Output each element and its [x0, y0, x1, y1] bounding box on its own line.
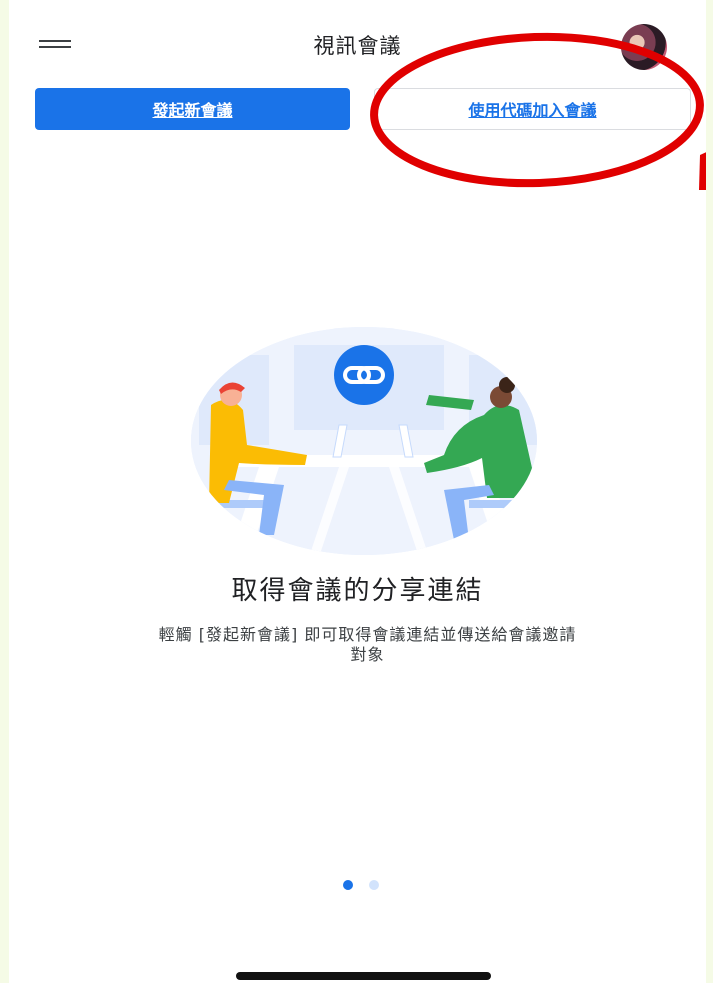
page-indicator [343, 880, 403, 892]
top-app-bar: 視訊會議 [9, 0, 706, 80]
page-title: 視訊會議 [313, 34, 402, 58]
home-indicator [236, 972, 491, 980]
description-line-2: 對象 [350, 645, 385, 664]
app-screen: 視訊會議 發起新會議 使用代碼加入會議 取得會議的分享連結 輕觸 [發起新會議]… [9, 0, 706, 983]
page-dot-active[interactable] [343, 880, 353, 890]
page-dot[interactable] [369, 880, 379, 890]
onboarding-description: 輕觸 [發起新會議] 即可取得會議連結並傳送給會議邀請 對象 [69, 625, 666, 665]
link-icon [334, 345, 394, 405]
join-with-code-button[interactable]: 使用代碼加入會議 [374, 88, 691, 130]
avatar[interactable] [621, 24, 667, 70]
annotation-arrow [699, 152, 706, 190]
description-line-1: 輕觸 [發起新會議] 即可取得會議連結並傳送給會議邀請 [158, 625, 577, 644]
start-meeting-button[interactable]: 發起新會議 [35, 88, 350, 130]
onboarding-heading: 取得會議的分享連結 [231, 576, 484, 606]
meeting-illustration [191, 327, 537, 555]
